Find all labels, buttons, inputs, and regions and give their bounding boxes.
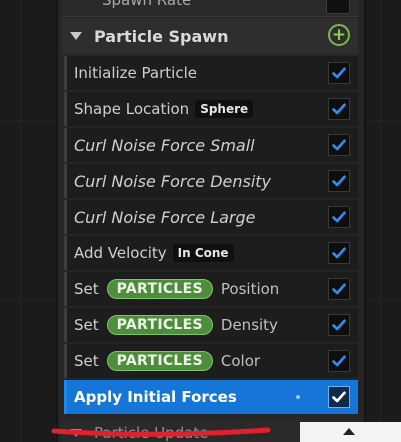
module-row[interactable]: Set PARTICLES Position — [64, 272, 358, 306]
module-label: Add Velocity — [74, 244, 167, 262]
enable-checkbox[interactable] — [328, 170, 350, 192]
module-label: Set — [74, 352, 99, 370]
module-tag: In Cone — [172, 244, 234, 262]
module-row[interactable]: Add Velocity In Cone — [64, 236, 358, 270]
module-label: Set — [74, 316, 99, 334]
checkmark-icon — [332, 391, 346, 403]
enable-checkbox[interactable] — [328, 206, 350, 228]
module-row[interactable]: Curl Noise Force Density — [64, 164, 358, 198]
module-label: Curl Noise Force Density — [74, 171, 272, 191]
module-row[interactable]: Curl Noise Force Large — [64, 200, 358, 234]
overlay-panel — [300, 422, 401, 442]
chevron-down-icon[interactable] — [70, 32, 82, 40]
drag-handle-icon[interactable] — [296, 395, 300, 399]
module-label: Curl Noise Force Small — [74, 135, 255, 155]
module-row[interactable]: Set PARTICLES Color — [64, 344, 358, 378]
checkmark-icon — [332, 211, 346, 223]
plus-icon: + — [331, 24, 347, 45]
previous-module-checkbox[interactable] — [326, 0, 350, 14]
namespace-pill: PARTICLES — [106, 279, 213, 299]
section-title: Particle Spawn — [94, 26, 229, 46]
checkmark-icon — [332, 139, 346, 151]
attribute-name: Position — [220, 280, 280, 298]
enable-checkbox[interactable] — [328, 386, 350, 408]
module-row[interactable]: Apply Initial Forces — [64, 380, 358, 414]
red-underline-annotation — [51, 427, 271, 437]
namespace-pill: PARTICLES — [106, 351, 213, 371]
niagara-graph-canvas: Spawn Rate Particle Spawn + Initialize P… — [0, 0, 401, 442]
checkmark-icon — [332, 175, 346, 187]
enable-checkbox[interactable] — [328, 314, 350, 336]
checkmark-icon — [332, 319, 346, 331]
previous-module-row[interactable]: Spawn Rate — [62, 0, 358, 17]
module-label: Apply Initial Forces — [74, 388, 237, 406]
module-label: Curl Noise Force Large — [74, 207, 256, 227]
add-module-button[interactable]: + — [328, 24, 350, 46]
checkmark-icon — [332, 355, 346, 367]
enable-checkbox[interactable] — [328, 278, 350, 300]
module-label: Shape Location — [74, 100, 190, 118]
module-row[interactable]: Curl Noise Force Small — [64, 128, 358, 162]
grid-line — [380, 0, 381, 442]
enable-checkbox[interactable] — [328, 350, 350, 372]
module-row[interactable]: Initialize Particle — [64, 56, 358, 90]
attribute-name: Color — [220, 352, 261, 370]
grid-line — [20, 0, 21, 442]
enable-checkbox[interactable] — [328, 134, 350, 156]
namespace-pill: PARTICLES — [106, 315, 213, 335]
module-label: Initialize Particle — [74, 64, 197, 82]
checkmark-icon — [332, 103, 346, 115]
module-row[interactable]: Shape Location Sphere — [64, 92, 358, 126]
checkmark-icon — [332, 67, 346, 79]
caret-up-icon — [343, 428, 355, 435]
enable-checkbox[interactable] — [328, 62, 350, 84]
attribute-name: Density — [220, 316, 278, 334]
module-tag: Sphere — [195, 100, 254, 118]
enable-checkbox[interactable] — [328, 98, 350, 120]
checkmark-icon — [332, 247, 346, 259]
particle-spawn-header[interactable]: Particle Spawn + — [62, 18, 358, 54]
module-row[interactable]: Set PARTICLES Density — [64, 308, 358, 342]
enable-checkbox[interactable] — [328, 242, 350, 264]
checkmark-icon — [332, 283, 346, 295]
module-label: Set — [74, 280, 99, 298]
previous-module-label: Spawn Rate — [102, 0, 192, 9]
